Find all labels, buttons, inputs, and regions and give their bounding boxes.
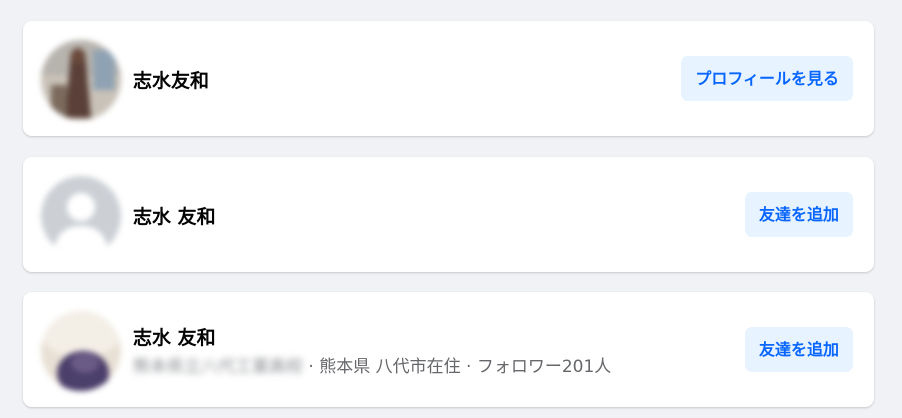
default-avatar-icon[interactable] xyxy=(41,176,121,256)
result-card: 志水 友和 熊本県立八代工業高校 · 熊本県 八代市在住 · フォロワー201人… xyxy=(23,292,874,407)
redacted-school: 熊本県立八代工業高校 xyxy=(133,357,303,377)
result-card: 志水 友和 友達を追加 xyxy=(23,157,874,272)
view-profile-button[interactable]: プロフィールを見る xyxy=(681,56,853,101)
result-details: 熊本県立八代工業高校 · 熊本県 八代市在住 · フォロワー201人 xyxy=(133,352,611,377)
add-friend-button[interactable]: 友達を追加 xyxy=(744,327,853,372)
search-results-list: 志水友和 プロフィールを見る 志水 友和 友達を追加 志水 友和 熊本県立八代工… xyxy=(0,0,902,418)
location-followers: · 熊本県 八代市在住 · フォロワー201人 xyxy=(303,357,612,377)
result-name[interactable]: 志水 友和 xyxy=(133,323,216,350)
result-name[interactable]: 志水友和 xyxy=(133,66,209,93)
profile-photo-avatar[interactable] xyxy=(41,40,121,120)
result-name[interactable]: 志水 友和 xyxy=(133,202,216,229)
add-friend-button[interactable]: 友達を追加 xyxy=(744,192,853,237)
profile-photo-avatar[interactable] xyxy=(41,311,121,391)
result-card: 志水友和 プロフィールを見る xyxy=(23,21,874,136)
